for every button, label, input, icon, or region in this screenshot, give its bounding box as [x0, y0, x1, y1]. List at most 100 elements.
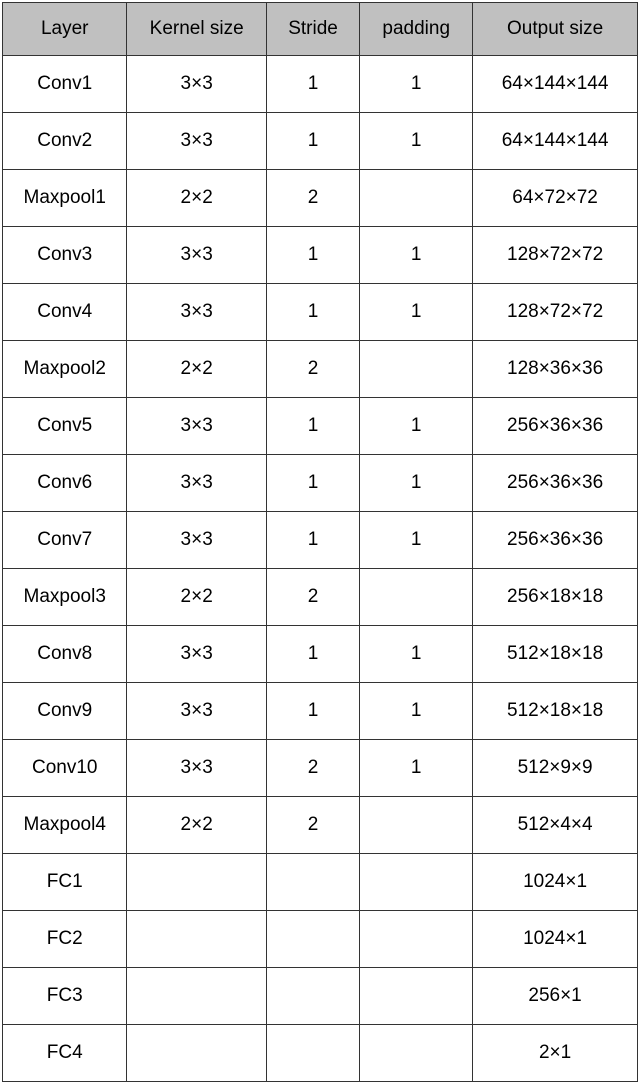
cell-output: 256×1 — [473, 968, 638, 1025]
cell-layer: FC3 — [3, 968, 127, 1025]
table-row: Maxpool2 2×2 2 128×36×36 — [3, 341, 638, 398]
cell-stride: 1 — [266, 113, 359, 170]
cell-kernel: 2×2 — [127, 569, 266, 626]
cell-padding — [360, 968, 473, 1025]
cell-stride: 1 — [266, 455, 359, 512]
cell-kernel: 3×3 — [127, 398, 266, 455]
cell-kernel: 3×3 — [127, 455, 266, 512]
cell-layer: Conv6 — [3, 455, 127, 512]
cell-padding — [360, 341, 473, 398]
table-row: Maxpool1 2×2 2 64×72×72 — [3, 170, 638, 227]
cell-stride: 1 — [266, 227, 359, 284]
table-header-row: Layer Kernel size Stride padding Output … — [3, 3, 638, 56]
cell-stride — [266, 911, 359, 968]
cell-layer: Maxpool2 — [3, 341, 127, 398]
cell-kernel: 3×3 — [127, 227, 266, 284]
cell-padding: 1 — [360, 626, 473, 683]
cell-output: 64×72×72 — [473, 170, 638, 227]
cell-padding — [360, 1025, 473, 1082]
cell-layer: Conv7 — [3, 512, 127, 569]
cell-padding — [360, 911, 473, 968]
cell-padding: 1 — [360, 227, 473, 284]
table-row: Conv6 3×3 1 1 256×36×36 — [3, 455, 638, 512]
table-row: FC3 256×1 — [3, 968, 638, 1025]
cell-kernel — [127, 968, 266, 1025]
cell-layer: Maxpool4 — [3, 797, 127, 854]
cell-kernel: 2×2 — [127, 797, 266, 854]
cell-padding: 1 — [360, 56, 473, 113]
cell-padding: 1 — [360, 398, 473, 455]
cell-stride — [266, 1025, 359, 1082]
cell-stride: 1 — [266, 56, 359, 113]
cell-output: 512×18×18 — [473, 683, 638, 740]
cell-output: 256×36×36 — [473, 455, 638, 512]
cell-stride: 1 — [266, 284, 359, 341]
cell-kernel: 3×3 — [127, 113, 266, 170]
cell-stride: 2 — [266, 569, 359, 626]
cnn-architecture-table: Layer Kernel size Stride padding Output … — [2, 2, 638, 1082]
cell-output: 64×144×144 — [473, 56, 638, 113]
cell-layer: Conv5 — [3, 398, 127, 455]
header-stride: Stride — [266, 3, 359, 56]
cell-layer: Conv4 — [3, 284, 127, 341]
cell-stride: 1 — [266, 512, 359, 569]
cell-output: 256×18×18 — [473, 569, 638, 626]
cell-padding: 1 — [360, 683, 473, 740]
cell-output: 512×18×18 — [473, 626, 638, 683]
cell-output: 128×36×36 — [473, 341, 638, 398]
cell-layer: Conv9 — [3, 683, 127, 740]
cell-kernel: 3×3 — [127, 740, 266, 797]
cell-layer: Conv10 — [3, 740, 127, 797]
cell-layer: Conv1 — [3, 56, 127, 113]
cell-kernel: 3×3 — [127, 683, 266, 740]
cell-padding — [360, 569, 473, 626]
cell-output: 128×72×72 — [473, 227, 638, 284]
table-row: Conv3 3×3 1 1 128×72×72 — [3, 227, 638, 284]
table-row: Conv7 3×3 1 1 256×36×36 — [3, 512, 638, 569]
cell-stride: 2 — [266, 740, 359, 797]
cell-output: 256×36×36 — [473, 398, 638, 455]
table-row: Conv5 3×3 1 1 256×36×36 — [3, 398, 638, 455]
cell-output: 256×36×36 — [473, 512, 638, 569]
table-body: Conv1 3×3 1 1 64×144×144 Conv2 3×3 1 1 6… — [3, 56, 638, 1082]
cell-padding: 1 — [360, 113, 473, 170]
cell-padding: 1 — [360, 740, 473, 797]
cell-kernel: 3×3 — [127, 512, 266, 569]
table-row: Conv4 3×3 1 1 128×72×72 — [3, 284, 638, 341]
cell-layer: Conv2 — [3, 113, 127, 170]
cell-output: 1024×1 — [473, 854, 638, 911]
cell-layer: Maxpool3 — [3, 569, 127, 626]
cell-kernel — [127, 854, 266, 911]
cell-layer: Conv3 — [3, 227, 127, 284]
cell-stride — [266, 854, 359, 911]
cell-layer: Conv8 — [3, 626, 127, 683]
table-row: FC2 1024×1 — [3, 911, 638, 968]
cell-kernel: 3×3 — [127, 56, 266, 113]
cell-stride: 2 — [266, 170, 359, 227]
cell-stride: 2 — [266, 797, 359, 854]
cell-layer: FC2 — [3, 911, 127, 968]
header-kernel-size: Kernel size — [127, 3, 266, 56]
cell-stride: 1 — [266, 626, 359, 683]
cell-padding: 1 — [360, 284, 473, 341]
cell-padding — [360, 797, 473, 854]
cell-stride — [266, 968, 359, 1025]
cell-output: 2×1 — [473, 1025, 638, 1082]
table-row: FC4 2×1 — [3, 1025, 638, 1082]
cell-stride: 2 — [266, 341, 359, 398]
cell-padding: 1 — [360, 512, 473, 569]
cell-output: 512×9×9 — [473, 740, 638, 797]
table-row: Conv1 3×3 1 1 64×144×144 — [3, 56, 638, 113]
cell-stride: 1 — [266, 683, 359, 740]
cell-output: 1024×1 — [473, 911, 638, 968]
cell-kernel: 2×2 — [127, 170, 266, 227]
cell-padding: 1 — [360, 455, 473, 512]
cell-layer: Maxpool1 — [3, 170, 127, 227]
cell-kernel: 2×2 — [127, 341, 266, 398]
cell-output: 64×144×144 — [473, 113, 638, 170]
cell-kernel — [127, 1025, 266, 1082]
header-layer: Layer — [3, 3, 127, 56]
table-row: Maxpool3 2×2 2 256×18×18 — [3, 569, 638, 626]
cell-padding — [360, 854, 473, 911]
cell-layer: FC1 — [3, 854, 127, 911]
